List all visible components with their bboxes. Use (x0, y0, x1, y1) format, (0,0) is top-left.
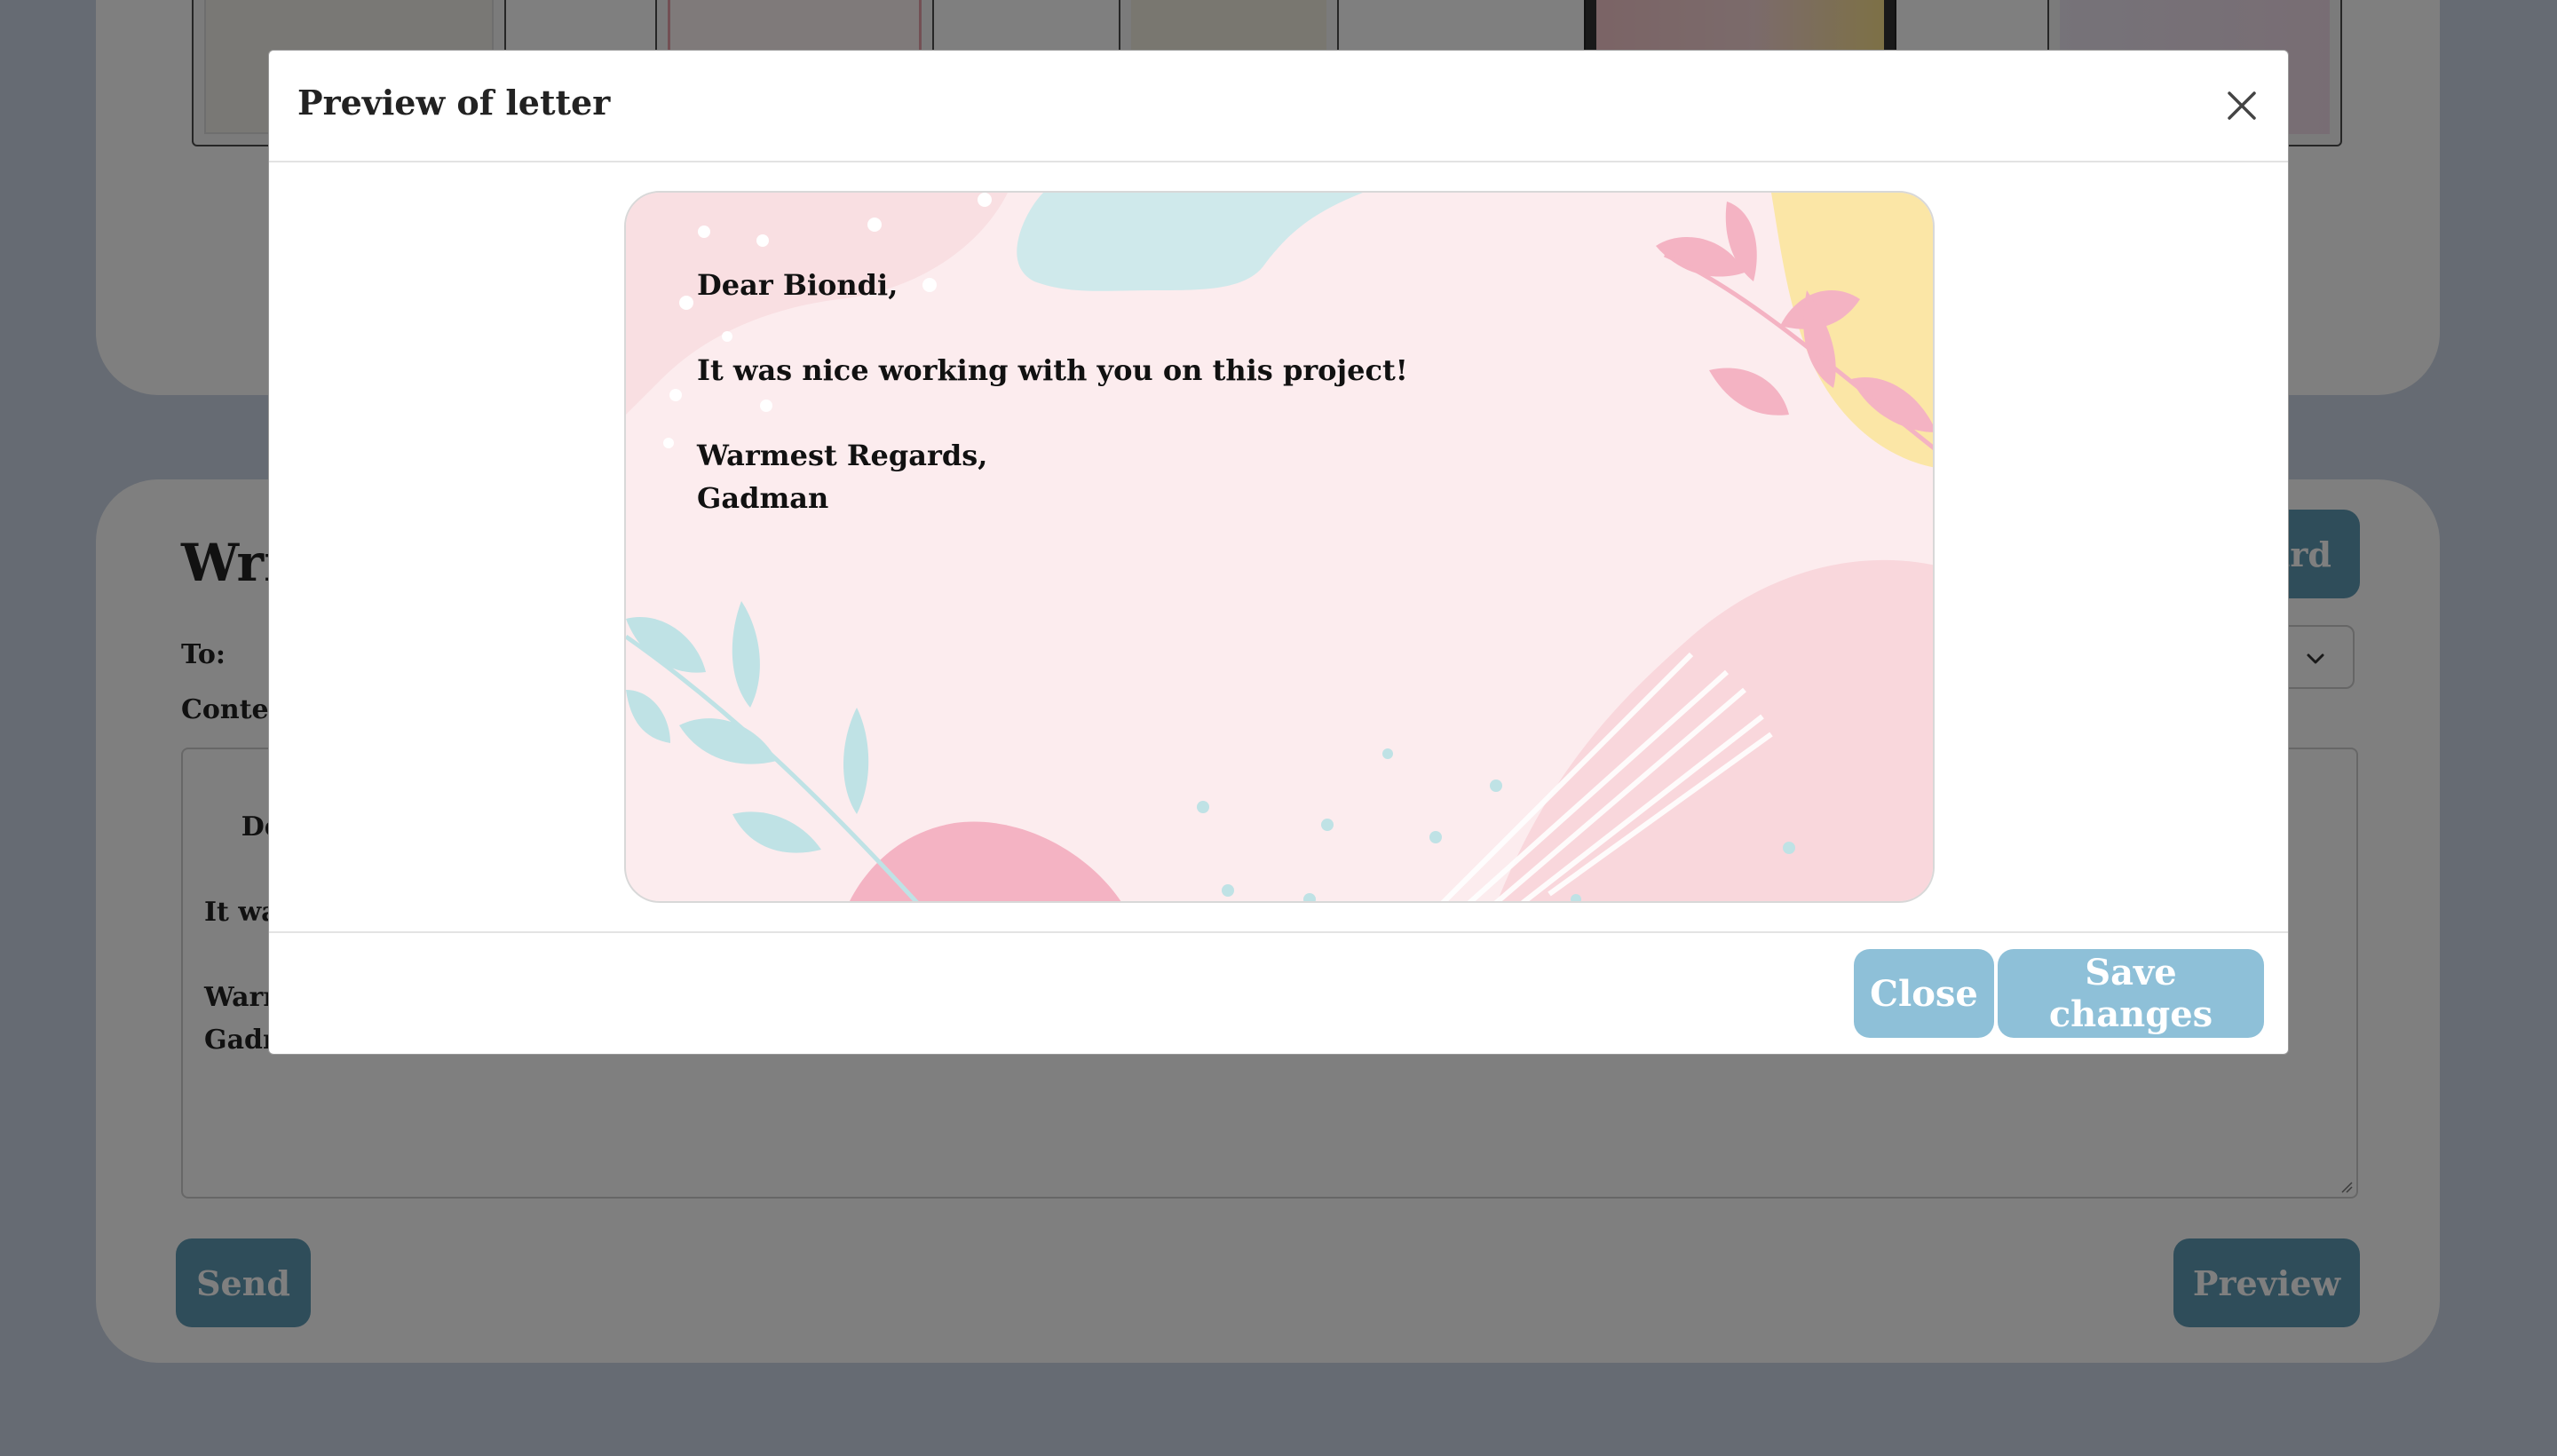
letter-closing: Warmest Regards, (697, 439, 988, 472)
preview-modal: Preview of letter Dear Biondi, It was ni… (268, 50, 2289, 1055)
letter-body: It was nice working with you on this pro… (697, 353, 1408, 387)
modal-footer: Close Save changes (269, 931, 2288, 1054)
modal-header: Preview of letter (269, 51, 2288, 162)
letter-greeting: Dear Biondi, (697, 268, 899, 302)
letter-signature: Gadman (697, 481, 829, 515)
letter-text: Dear Biondi, It was nice working with yo… (697, 264, 1408, 519)
close-button[interactable]: Close (1854, 949, 1994, 1038)
letter-preview-card: Dear Biondi, It was nice working with yo… (624, 191, 1935, 903)
close-icon[interactable] (2221, 84, 2263, 127)
modal-title: Preview of letter (297, 83, 611, 123)
modal-body: Dear Biondi, It was nice working with yo… (269, 161, 2288, 983)
save-changes-button[interactable]: Save changes (1998, 949, 2264, 1038)
